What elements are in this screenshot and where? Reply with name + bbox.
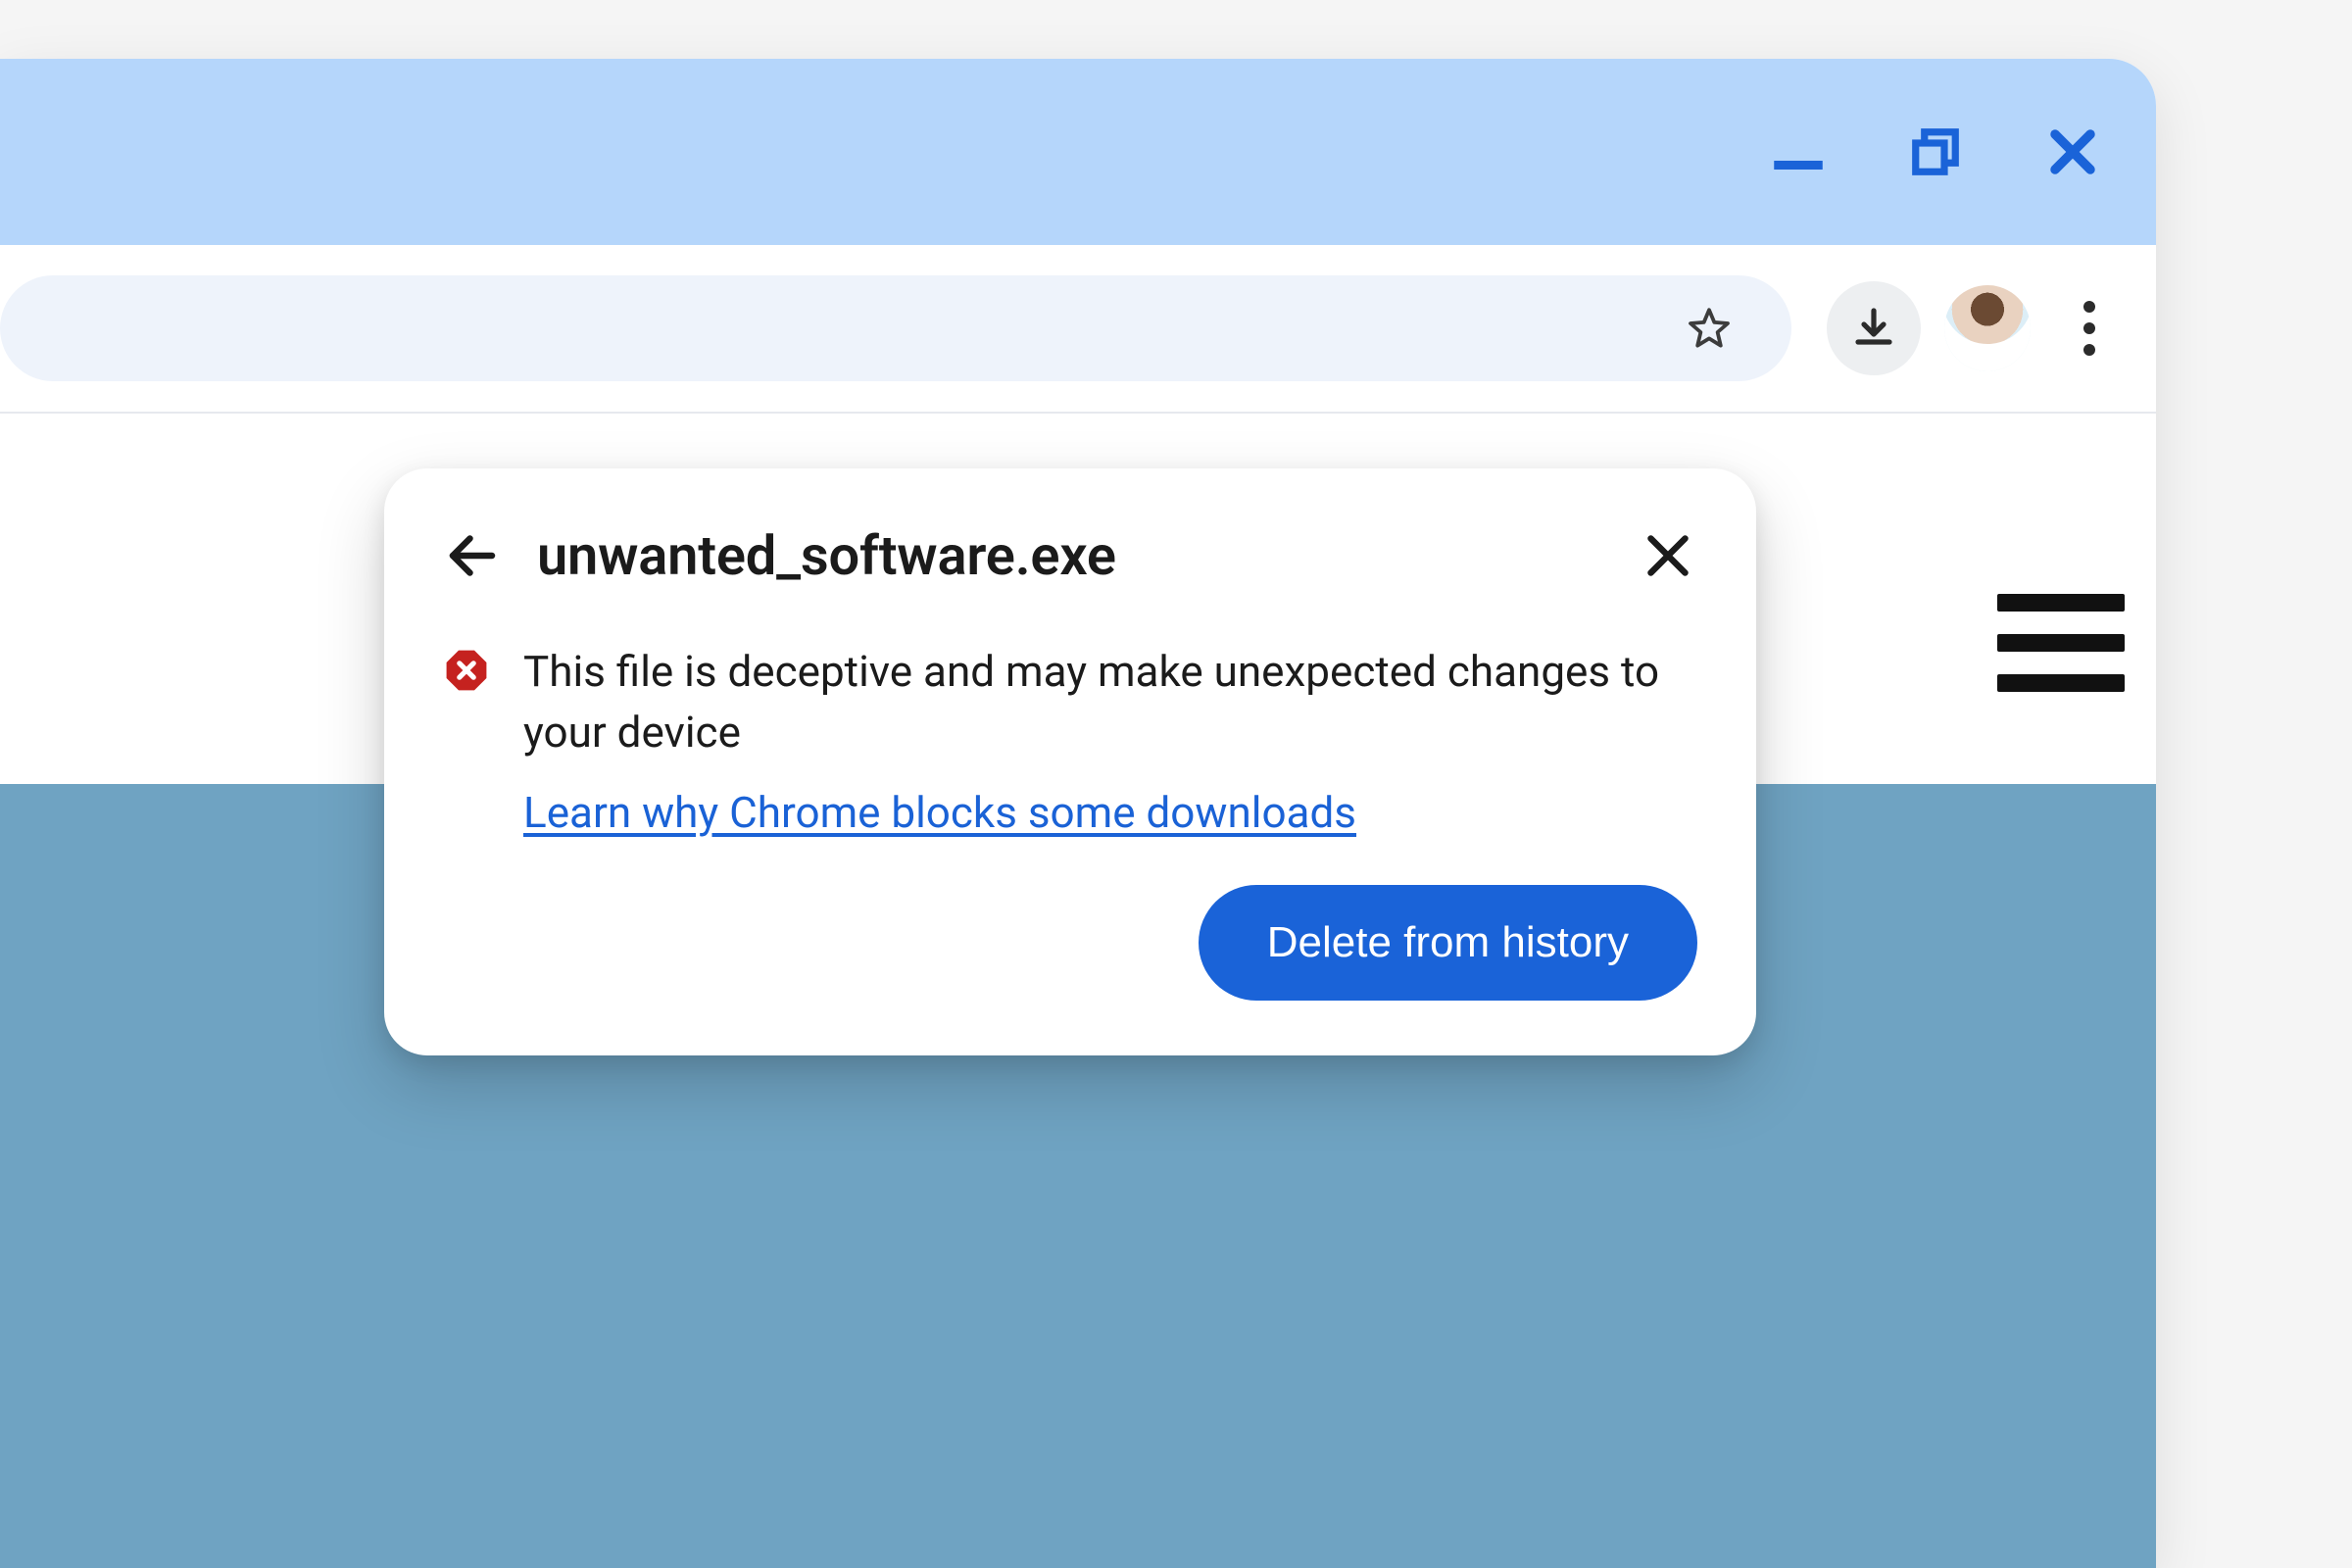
window-close-button[interactable] — [2038, 118, 2107, 186]
browser-toolbar — [0, 245, 2156, 412]
omnibox[interactable] — [0, 275, 1791, 381]
learn-more-link[interactable]: Learn why Chrome blocks some downloads — [523, 787, 1356, 838]
tab-strip — [0, 59, 2156, 245]
arrow-left-icon — [443, 526, 502, 585]
popup-close-button[interactable] — [1639, 526, 1697, 585]
toolbar-separator — [0, 412, 2156, 414]
browser-window: unwanted_software.exe This file is decep… — [0, 59, 2156, 1568]
download-icon — [1850, 305, 1897, 352]
kebab-icon — [2083, 301, 2095, 356]
downloads-button[interactable] — [1827, 281, 1921, 375]
popup-body: This file is deceptive and may make unex… — [443, 641, 1697, 838]
hamburger-icon — [1997, 674, 2125, 692]
star-icon — [1686, 305, 1733, 352]
restore-icon — [1909, 125, 1962, 178]
close-icon — [1639, 526, 1697, 585]
hamburger-icon — [1997, 594, 2125, 612]
chrome-menu-button[interactable] — [2054, 281, 2125, 375]
back-button[interactable] — [443, 526, 502, 585]
window-restore-button[interactable] — [1901, 118, 1970, 186]
window-minimize-button[interactable] — [1764, 118, 1833, 186]
bookmark-button[interactable] — [1662, 281, 1756, 375]
popup-actions: Delete from history — [443, 885, 1697, 1001]
warning-message: This file is deceptive and may make unex… — [523, 641, 1697, 763]
danger-icon — [443, 647, 490, 694]
close-icon — [2046, 125, 2099, 178]
minimize-icon — [1772, 125, 1825, 178]
hamburger-icon — [1997, 634, 2125, 652]
page-menu-button[interactable] — [1997, 594, 2125, 692]
download-warning-popup: unwanted_software.exe This file is decep… — [384, 468, 1756, 1055]
popup-header: unwanted_software.exe — [443, 523, 1697, 588]
profile-avatar[interactable] — [1944, 285, 2031, 371]
download-filename: unwanted_software.exe — [537, 523, 1603, 588]
delete-from-history-button[interactable]: Delete from history — [1199, 885, 1697, 1001]
